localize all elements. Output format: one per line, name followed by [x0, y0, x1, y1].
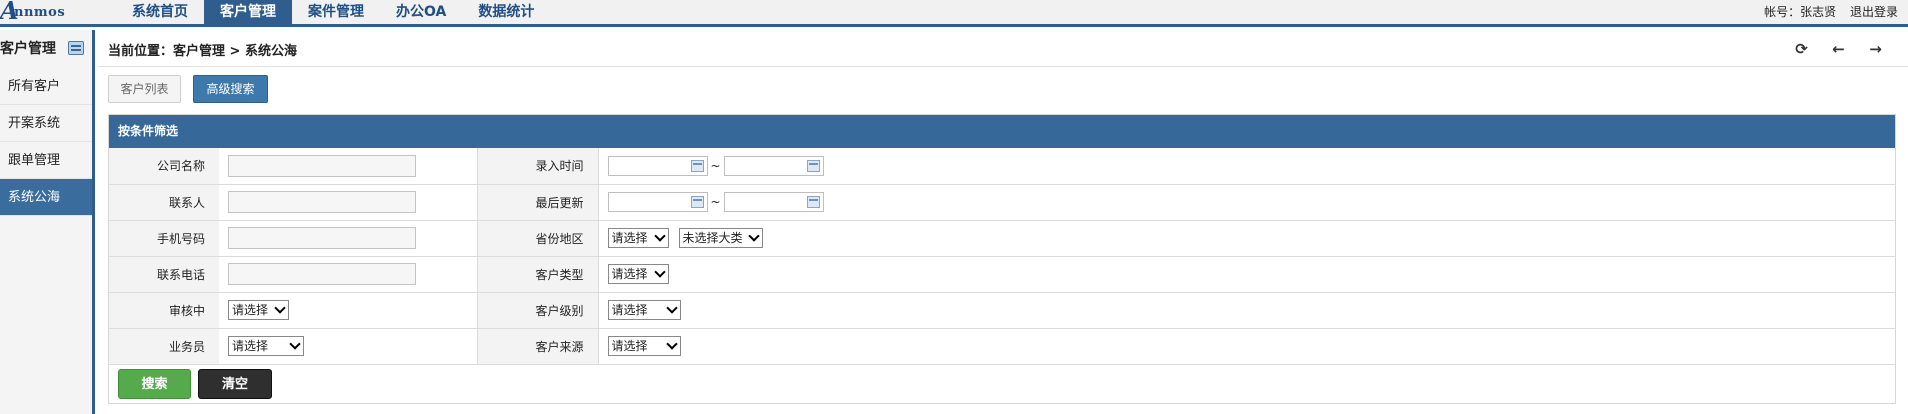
list-icon[interactable]: [68, 41, 84, 55]
arrow-left-icon[interactable]: ←: [1820, 40, 1857, 58]
nav-home[interactable]: 系统首页: [116, 0, 204, 27]
nav-office-oa[interactable]: 办公OA: [380, 0, 462, 27]
calendar-icon[interactable]: [690, 159, 704, 172]
review-select[interactable]: 请选择: [228, 300, 289, 320]
logout-link[interactable]: 退出登录: [1850, 5, 1898, 19]
mobile-label: 手机号码: [109, 220, 219, 257]
refresh-icon[interactable]: ⟳: [1783, 40, 1820, 58]
category-select-value: 未选择大类: [682, 231, 743, 245]
entry-time-label: 录入时间: [477, 148, 599, 185]
user-info: 帐号：张志贤 退出登录: [1754, 0, 1898, 24]
table-row: 联系人 最后更新 ~: [109, 184, 1895, 221]
tab-customer-list[interactable]: 客户列表: [108, 75, 181, 103]
mobile-input[interactable]: [228, 227, 416, 249]
date-separator: ~: [710, 158, 721, 173]
account-label: 帐号：张志贤: [1764, 5, 1837, 19]
divider: [98, 66, 1908, 67]
last-update-label: 最后更新: [477, 184, 599, 221]
customer-level-label: 客户级别: [477, 292, 599, 329]
date-separator: ~: [710, 195, 721, 209]
arrow-right-icon[interactable]: →: [1857, 40, 1894, 58]
filter-table: 公司名称 录入时间 ~ 联系人 最后更新 ~ 手机号码 省份地区 请选择 未选择…: [109, 148, 1895, 365]
region-label: 省份地区: [477, 220, 599, 257]
category-select[interactable]: 未选择大类: [678, 228, 763, 248]
customer-type-label: 客户类型: [477, 256, 599, 293]
nav-customer-management[interactable]: 客户管理: [204, 0, 292, 27]
calendar-icon[interactable]: [806, 159, 820, 172]
chevron-down-icon: [747, 230, 760, 242]
entry-time-start-field[interactable]: [607, 155, 708, 176]
sidebar: 客户管理 所有客户 开案系统 跟单管理 系统公海: [0, 30, 95, 414]
table-row: 公司名称 录入时间 ~: [109, 148, 1895, 185]
company-name-label: 公司名称: [109, 148, 219, 185]
table-row: 手机号码 省份地区 请选择 未选择大类: [109, 220, 1895, 257]
salesman-label: 业务员: [109, 328, 219, 365]
last-update-end-field[interactable]: [723, 192, 824, 212]
customer-level-select-value: 请选择: [611, 303, 648, 317]
customer-type-select-value: 请选择: [611, 267, 648, 281]
chevron-down-icon: [665, 302, 678, 314]
review-label: 审核中: [109, 292, 219, 329]
province-select[interactable]: 请选择: [607, 228, 669, 248]
province-select-value: 请选择: [611, 231, 648, 245]
sidebar-title: 客户管理: [0, 41, 56, 57]
tab-advanced-search[interactable]: 高级搜索: [193, 75, 268, 103]
customer-source-label: 客户来源: [477, 328, 599, 365]
phone-label: 联系电话: [109, 256, 219, 293]
contact-label: 联系人: [109, 184, 219, 221]
chevron-down-icon: [665, 338, 678, 350]
entry-time-end-field[interactable]: [723, 155, 824, 176]
last-update-start-field[interactable]: [607, 192, 708, 212]
sidebar-item-all-customers[interactable]: 所有客户: [0, 68, 92, 105]
chevron-down-icon: [289, 338, 301, 350]
table-row: 联系电话 客户类型 请选择: [109, 256, 1895, 293]
chevron-down-icon: [653, 266, 666, 278]
top-bar: A nnmos 系统首页 客户管理 案件管理 办公OA 数据统计 帐号：张志贤 …: [0, 0, 1908, 27]
salesman-select-value: 请选择: [232, 339, 269, 353]
sidebar-item-public-pool[interactable]: 系统公海: [0, 179, 92, 216]
phone-input[interactable]: [228, 263, 416, 285]
logo-text: nnmos: [14, 5, 66, 20]
nav-statistics[interactable]: 数据统计: [462, 0, 550, 27]
main-content: 当前位置：客户管理 > 系统公海 ⟳ ← → 客户列表 高级搜索 按条件筛选 公…: [98, 30, 1908, 414]
customer-source-select[interactable]: 请选择: [607, 336, 681, 356]
chevron-down-icon: [653, 230, 666, 242]
clear-button[interactable]: 清空: [198, 368, 272, 399]
sidebar-item-follow-up[interactable]: 跟单管理: [0, 142, 92, 179]
toolbar: ⟳ ← →: [1783, 40, 1894, 58]
company-name-input[interactable]: [228, 154, 416, 177]
search-button[interactable]: 搜索: [118, 368, 191, 399]
calendar-icon[interactable]: [690, 196, 704, 208]
logo: A nnmos: [0, 0, 72, 25]
sidebar-header: 客户管理: [0, 30, 92, 68]
review-select-value: 请选择: [232, 303, 269, 317]
filter-panel: 按条件筛选 公司名称 录入时间 ~ 联系人 最后更新 ~ 手机号码 省份地区 请…: [108, 114, 1896, 404]
chevron-down-icon: [274, 302, 286, 314]
table-row: 业务员 请选择 客户来源 请选择: [109, 328, 1895, 365]
main-nav: 系统首页 客户管理 案件管理 办公OA 数据统计: [116, 0, 550, 27]
sidebar-item-case-system[interactable]: 开案系统: [0, 105, 92, 142]
button-row: 搜索 清空: [109, 365, 1895, 401]
table-row: 审核中 请选择 客户级别 请选择: [109, 292, 1895, 329]
panel-title: 按条件筛选: [109, 115, 1895, 148]
salesman-select[interactable]: 请选择: [228, 336, 304, 356]
contact-input[interactable]: [228, 191, 416, 213]
customer-level-select[interactable]: 请选择: [607, 300, 681, 320]
breadcrumb: 当前位置：客户管理 > 系统公海: [108, 44, 297, 59]
calendar-icon[interactable]: [806, 196, 820, 208]
customer-source-select-value: 请选择: [611, 339, 648, 353]
customer-type-select[interactable]: 请选择: [607, 264, 669, 284]
nav-case-management[interactable]: 案件管理: [292, 0, 380, 27]
